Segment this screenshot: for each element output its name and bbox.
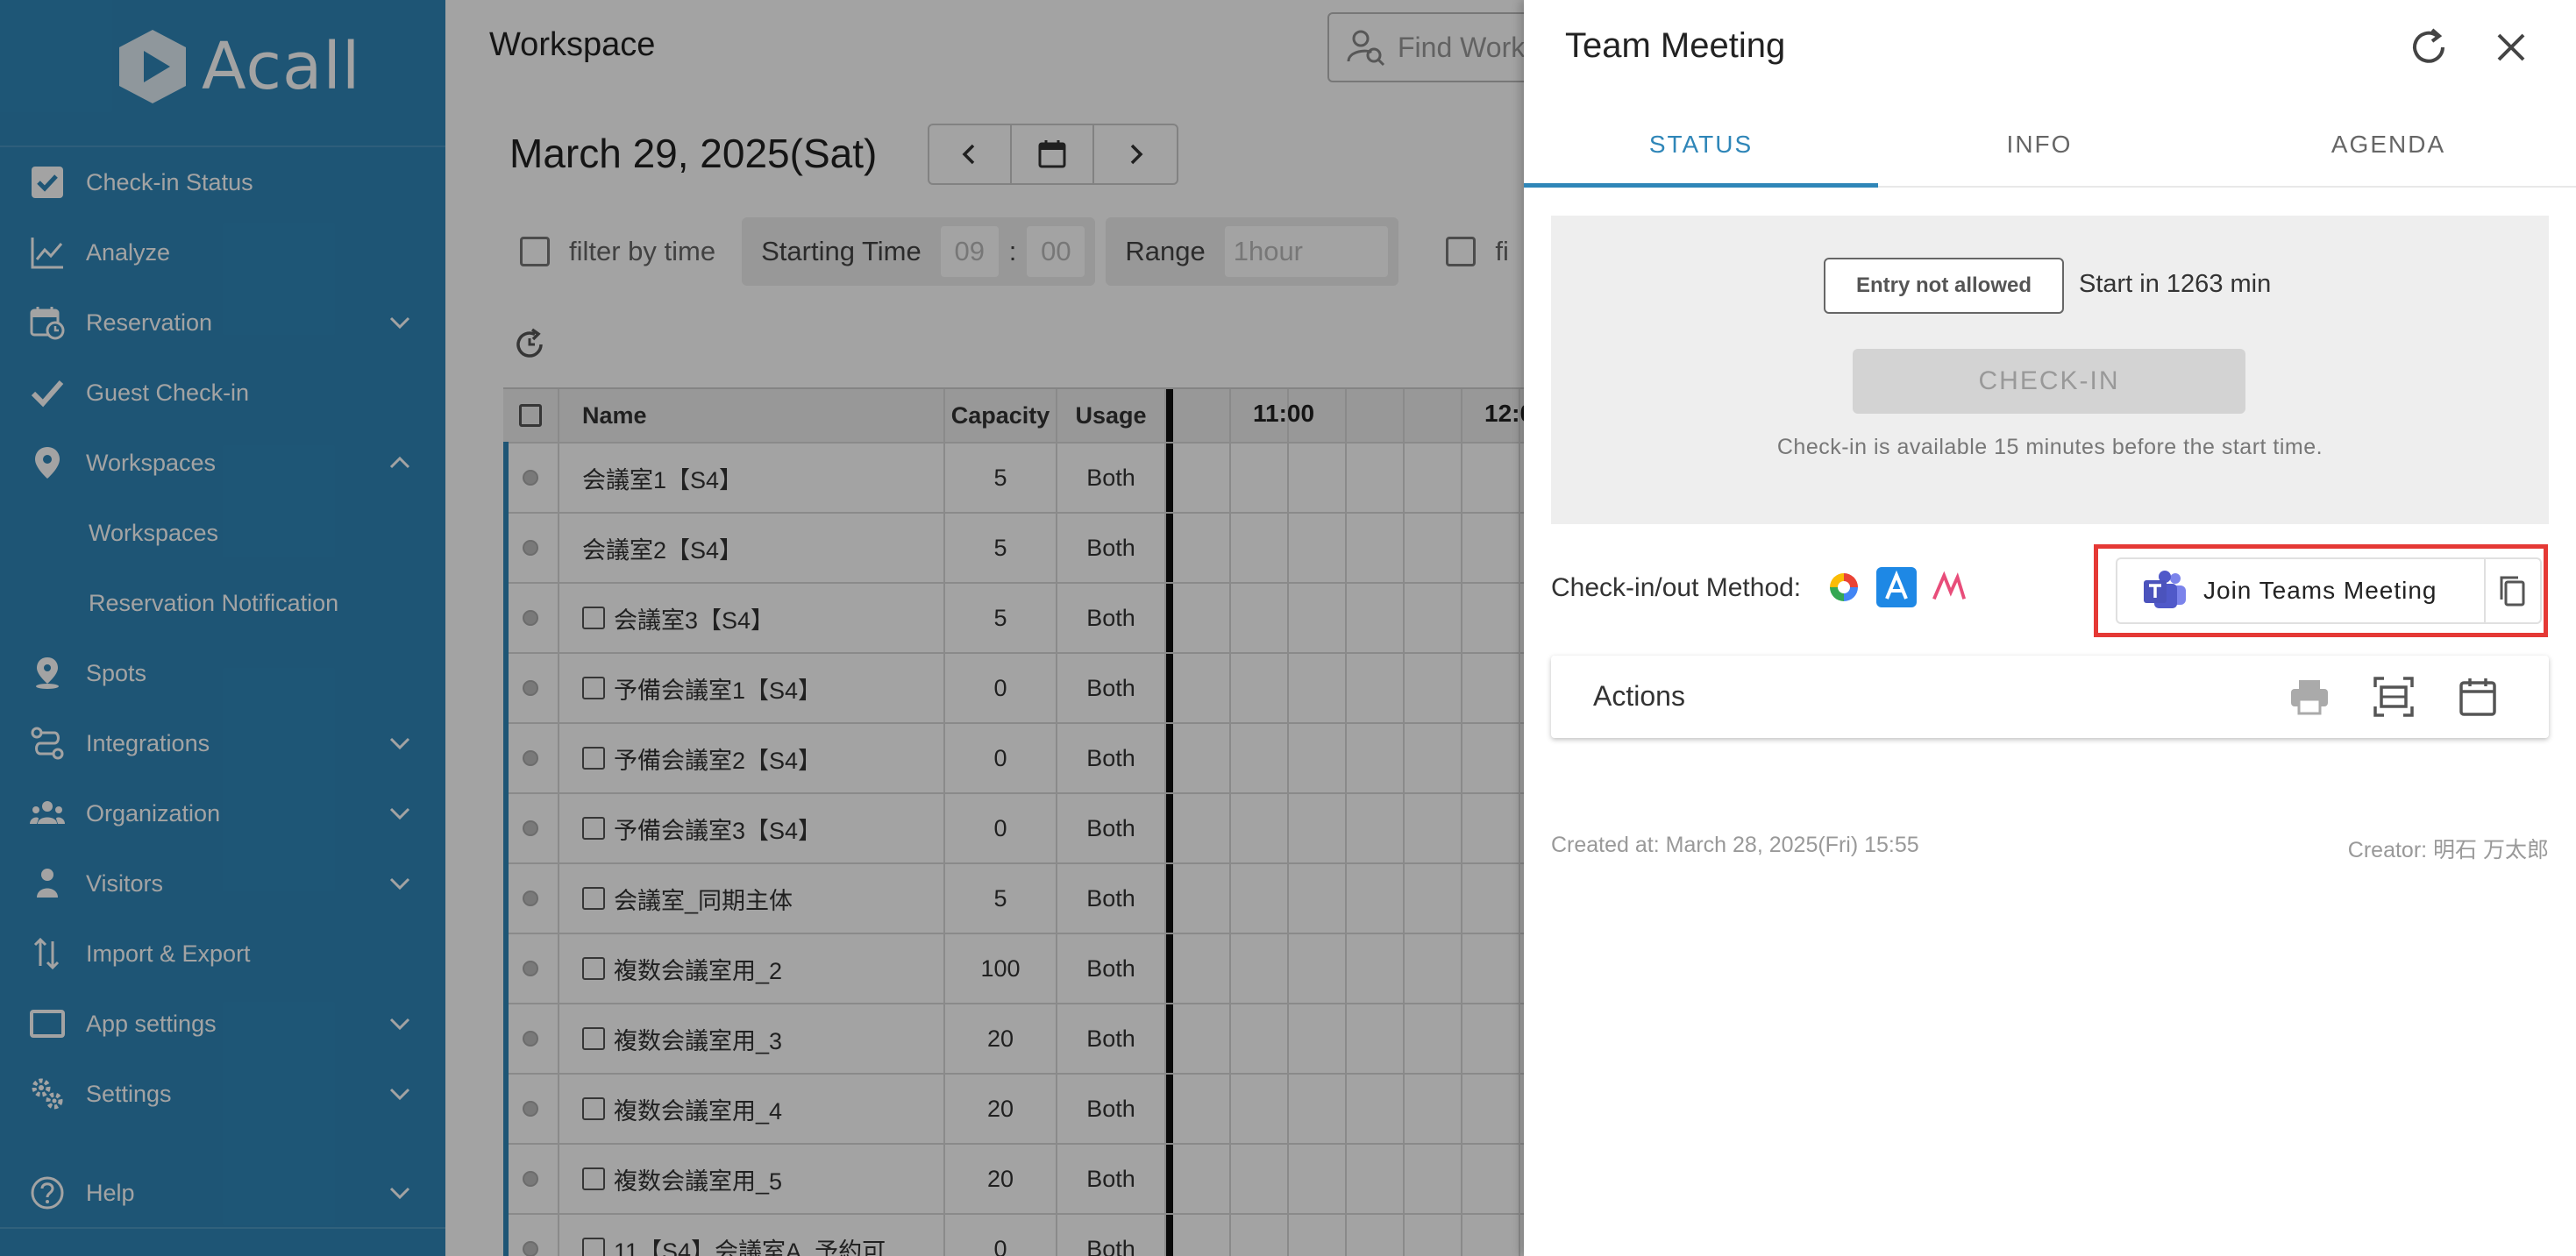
checkin-method-label: Check-in/out Method: (1551, 573, 1802, 602)
refresh-icon[interactable] (2408, 26, 2450, 68)
copy-icon (2500, 576, 2525, 607)
meeting-detail-panel: Team Meeting STATUS INFO AGENDA Entry no… (1524, 0, 2576, 1256)
tab-info[interactable]: INFO (1878, 103, 2201, 186)
creator: Creator: 明石 万太郎 (2347, 838, 2549, 862)
status-box: Entry not allowed Start in 1263 min CHEC… (1551, 216, 2549, 524)
acall-mobile-method-icon (1929, 567, 1969, 607)
checkin-method-icons (1824, 567, 1982, 607)
scan-frame-icon[interactable] (2372, 675, 2416, 719)
checkin-note: Check-in is available 15 minutes before … (1776, 435, 2323, 459)
actions-bar: Actions (1551, 656, 2549, 738)
close-icon[interactable] (2492, 28, 2530, 67)
print-icon[interactable] (2288, 675, 2331, 719)
panel-tabs: STATUS INFO AGENDA (1524, 103, 2576, 188)
copy-link-button[interactable] (2484, 557, 2542, 624)
google-workspace-method-icon (1824, 567, 1864, 607)
calendar-icon[interactable] (2456, 675, 2500, 719)
created-at: Created at: March 28, 2025(Fri) 15:55 (1551, 833, 1919, 857)
acall-app-method-icon (1876, 567, 1917, 607)
modal-backdrop[interactable] (0, 0, 1524, 1256)
join-teams-meeting-button[interactable]: Join Teams Meeting (2116, 557, 2484, 624)
tab-agenda[interactable]: AGENDA (2201, 103, 2576, 186)
checkin-button[interactable]: CHECK-IN (1853, 349, 2245, 414)
start-countdown: Start in 1263 min (2079, 270, 2272, 298)
join-meeting-highlight: Join Teams Meeting (2094, 544, 2548, 637)
actions-label: Actions (1593, 680, 1685, 712)
tab-status[interactable]: STATUS (1524, 103, 1878, 188)
microsoft-teams-icon (2144, 571, 2186, 608)
entry-status-badge: Entry not allowed (1824, 258, 2064, 314)
panel-title: Team Meeting (1565, 26, 1786, 65)
join-teams-meeting-label: Join Teams Meeting (2203, 577, 2437, 604)
